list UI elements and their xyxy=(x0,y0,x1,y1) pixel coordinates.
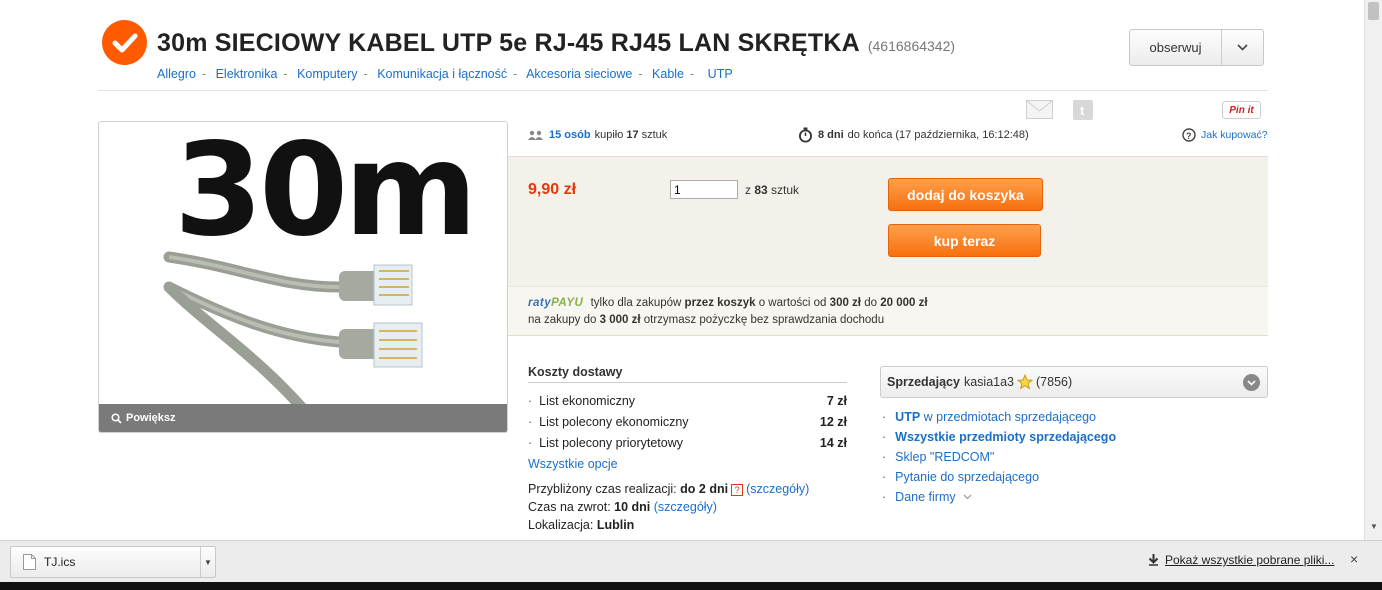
lan-cable-illustration xyxy=(163,251,423,407)
help-icon[interactable]: ? xyxy=(731,484,744,496)
all-shipping-options-link[interactable]: Wszystkie opcje xyxy=(528,457,618,471)
breadcrumb-kable[interactable]: Kable xyxy=(652,67,684,81)
download-item[interactable]: TJ.ics ▼ xyxy=(10,546,216,578)
buyers-info: 15 osób kupiło 17 sztuk xyxy=(528,129,667,141)
list-item[interactable]: UTP w przedmiotach sprzedającego xyxy=(882,407,1116,427)
return-time: Czas na zwrot: 10 dni (szczegóły) xyxy=(528,500,717,514)
payu-logo[interactable]: ratyPAYU xyxy=(528,297,583,309)
scrollbar-thumb[interactable] xyxy=(1368,2,1379,20)
star-icon xyxy=(1017,374,1034,390)
stopwatch-icon xyxy=(799,127,812,143)
follow-button[interactable]: obserwuj xyxy=(1129,29,1264,66)
return-details-link[interactable]: (szczegóły) xyxy=(654,500,717,514)
file-icon xyxy=(23,554,36,570)
shipping-title: Koszty dostawy xyxy=(528,365,847,383)
how-to-buy-link[interactable]: Jak kupować? xyxy=(1201,129,1268,141)
buy-box: 9,90 zł z 83 sztuk dodaj do koszyka kup … xyxy=(508,156,1268,286)
seller-rating: (7856) xyxy=(1036,375,1073,389)
vertical-scrollbar[interactable]: ▼ xyxy=(1364,0,1382,540)
breadcrumb-elektronika[interactable]: Elektronika xyxy=(216,67,278,81)
item-id: (4616864342) xyxy=(867,38,956,54)
allegro-check-logo-icon[interactable] xyxy=(102,20,147,65)
list-item: List ekonomiczny7 zł xyxy=(528,390,847,411)
help-icon: ? xyxy=(1182,128,1196,142)
follow-label[interactable]: obserwuj xyxy=(1130,30,1222,65)
buyers-link[interactable]: 15 osób xyxy=(549,129,591,141)
svg-text:t: t xyxy=(1080,103,1085,118)
chevron-down-icon[interactable] xyxy=(1222,30,1263,65)
price: 9,90 zł xyxy=(528,181,577,198)
availability: z 83 sztuk xyxy=(745,183,800,197)
time-left: 8 dni do końca (17 października, 16:12:4… xyxy=(798,127,1029,143)
list-item[interactable]: Dane firmy xyxy=(882,487,1116,507)
email-share-icon[interactable] xyxy=(1026,100,1053,119)
list-item: List polecony priorytetowy14 zł xyxy=(528,432,847,453)
pinit-button[interactable]: Pin it xyxy=(1222,101,1261,119)
breadcrumb-komunikacja[interactable]: Komunikacja i łączność xyxy=(377,67,507,81)
breadcrumb-allegro[interactable]: Allegro xyxy=(157,67,196,81)
quantity-input[interactable] xyxy=(670,180,738,199)
buy-now-button[interactable]: kup teraz xyxy=(888,224,1041,257)
realization-time: Przybliżony czas realizacji: do 2 dni? (s… xyxy=(528,482,810,496)
download-menu-caret-icon[interactable]: ▼ xyxy=(200,547,215,577)
product-image-text: 30m xyxy=(174,121,477,265)
seller-links: UTP w przedmiotach sprzedającego Wszystk… xyxy=(882,407,1116,507)
payu-installments-info: ratyPAYU tylko dla zakupów przez koszyk … xyxy=(508,286,1268,336)
page-title: 30m SIECIOWY KABEL UTP 5e RJ-45 RJ45 LAN… xyxy=(157,29,955,58)
svg-text:?: ? xyxy=(1186,131,1192,141)
list-item[interactable]: Wszystkie przedmioty sprzedającego xyxy=(882,427,1116,447)
close-icon[interactable]: × xyxy=(1350,551,1358,567)
breadcrumb: Allegro - Elektronika - Komputery - Komunik… xyxy=(157,67,733,81)
header-divider xyxy=(98,90,1268,91)
scroll-down-arrow-icon[interactable]: ▼ xyxy=(1370,522,1378,531)
list-item: List polecony ekonomiczny12 zł xyxy=(528,411,847,432)
seller-name[interactable]: kasia1a3 xyxy=(964,375,1014,389)
zoom-bar[interactable]: Powiększ xyxy=(99,404,507,432)
add-to-cart-button[interactable]: dodaj do koszyka xyxy=(888,178,1043,211)
zoom-label: Powiększ xyxy=(126,412,176,424)
seller-box[interactable]: Sprzedający kasia1a3 (7856) xyxy=(880,366,1268,398)
shipping-list: List ekonomiczny7 zł List polecony ekono… xyxy=(528,390,847,453)
show-all-downloads[interactable]: Pokaż wszystkie pobrane pliki... xyxy=(1148,553,1334,567)
breadcrumb-utp[interactable]: UTP xyxy=(708,67,733,81)
download-arrow-icon xyxy=(1148,554,1159,566)
realization-details-link[interactable]: (szczegóły) xyxy=(746,482,809,496)
title-text: 30m SIECIOWY KABEL UTP 5e RJ-45 RJ45 LAN… xyxy=(157,29,860,57)
how-to-buy[interactable]: ? Jak kupować? xyxy=(1182,128,1268,142)
twitter-share-icon[interactable]: t xyxy=(1073,100,1093,120)
magnifier-icon xyxy=(111,412,122,424)
people-icon xyxy=(528,130,543,140)
download-bar: TJ.ics ▼ Pokaż wszystkie pobrane pliki..… xyxy=(0,540,1382,582)
list-item[interactable]: Sklep "REDCOM" xyxy=(882,447,1116,467)
location: Lokalizacja: Lublin xyxy=(528,518,635,532)
breadcrumb-komputery[interactable]: Komputery xyxy=(297,67,357,81)
window-bottom-edge xyxy=(0,582,1382,590)
breadcrumb-akcesoria[interactable]: Akcesoria sieciowe xyxy=(526,67,632,81)
download-file-name: TJ.ics xyxy=(44,555,76,569)
chevron-down-icon[interactable] xyxy=(1243,374,1260,391)
list-item[interactable]: Pytanie do sprzedającego xyxy=(882,467,1116,487)
product-image[interactable]: 30m Powiększ xyxy=(98,121,508,433)
chevron-down-icon xyxy=(963,494,972,500)
